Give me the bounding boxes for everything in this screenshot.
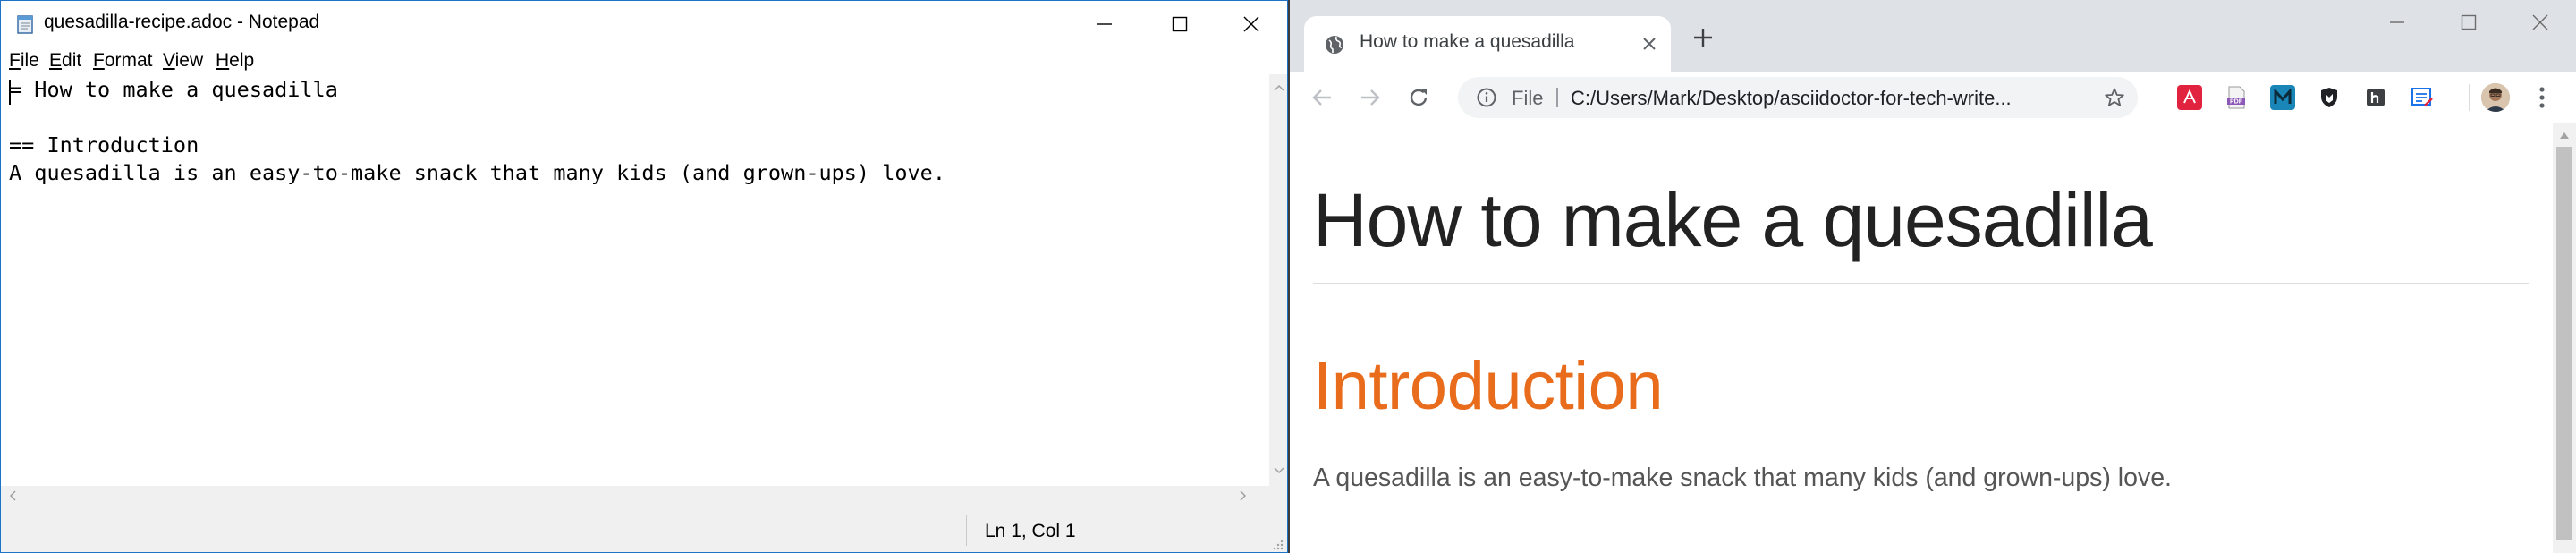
menu-file[interactable]: File — [9, 50, 39, 72]
status-separator — [966, 515, 967, 546]
h-extension-icon[interactable] — [2363, 85, 2388, 110]
reload-icon — [1410, 89, 1428, 106]
chrome-minimize-button[interactable] — [2361, 0, 2433, 45]
acrobat-glyph-icon — [2183, 89, 2196, 104]
star-bookmark-icon[interactable] — [2104, 87, 2125, 108]
h-glyph-icon — [2367, 89, 2385, 106]
m-glyph-icon — [2274, 89, 2292, 104]
section-paragraph: A quesadilla is an easy-to-make snack th… — [1313, 464, 2172, 492]
minimize-icon — [1097, 23, 1112, 25]
notepad-maximize-button[interactable] — [1142, 1, 1217, 47]
profile-avatar[interactable] — [2481, 83, 2510, 112]
browser-tab[interactable]: How to make a quesadilla — [1304, 16, 1671, 72]
new-tab-icon[interactable] — [1690, 25, 1716, 50]
scrollbar-thumb[interactable] — [2556, 147, 2572, 540]
globe-icon — [1326, 36, 1343, 54]
menu-help[interactable]: Help — [216, 50, 254, 72]
url-separator — [1556, 88, 1558, 107]
m-extension-icon[interactable] — [2270, 85, 2295, 110]
title-divider — [1313, 283, 2529, 284]
chrome-close-button[interactable] — [2504, 0, 2576, 45]
scroll-up-arrow-icon[interactable] — [2559, 131, 2570, 140]
notepad-app-icon — [17, 15, 33, 34]
notepad-text-area[interactable]: = How to make a quesadilla == Introducti… — [1, 74, 1269, 486]
scroll-up-arrow-icon[interactable] — [1274, 83, 1284, 92]
toolbar-separator — [2469, 84, 2470, 111]
tab-strip: How to make a quesadilla — [1290, 0, 2576, 72]
menu-kebab-icon[interactable] — [2533, 85, 2551, 110]
avatar-image — [2481, 83, 2510, 112]
pdf-extension-icon[interactable]: PDF — [2224, 85, 2249, 110]
menu-edit[interactable]: Edit — [49, 50, 81, 72]
notes-extension-icon[interactable] — [2410, 85, 2435, 110]
tab-title: How to make a quesadilla — [1360, 31, 1575, 52]
notepad-horizontal-scrollbar[interactable] — [1, 486, 1269, 506]
page-scrollbar[interactable] — [2553, 123, 2576, 553]
scroll-down-arrow-icon[interactable] — [1274, 466, 1284, 475]
pdf-file-icon: PDF — [2227, 86, 2245, 109]
svg-text:PDF: PDF — [2230, 99, 2243, 106]
shield-extension-icon[interactable] — [2317, 85, 2342, 110]
close-icon — [1243, 16, 1259, 32]
cursor-position: Ln 1, Col 1 — [985, 521, 1076, 541]
menu-view[interactable]: View — [163, 50, 203, 72]
forward-button[interactable] — [1356, 83, 1385, 112]
minimize-icon — [2390, 21, 2404, 23]
scroll-left-arrow-icon[interactable] — [8, 490, 17, 501]
forward-arrow-icon — [1361, 89, 1380, 106]
page-content: How to make a quesadilla Introduction A … — [1290, 123, 2553, 553]
maximize-icon — [2461, 14, 2477, 30]
notepad-window-title: quesadilla-recipe.adoc - Notepad — [44, 12, 320, 32]
url-text[interactable]: C:/Users/Mark/Desktop/asciidoctor-for-te… — [1571, 87, 2012, 110]
notes-icon — [2411, 88, 2433, 106]
maximize-icon — [1172, 16, 1188, 32]
back-arrow-icon — [1312, 89, 1331, 106]
address-bar[interactable]: File C:/Users/Mark/Desktop/asciidoctor-f… — [1458, 77, 2138, 118]
notepad-status-bar: Ln 1, Col 1 — [1, 506, 1287, 552]
document-title: How to make a quesadilla — [1313, 178, 2153, 262]
text-line: = How to make a quesadilla — [9, 77, 338, 102]
notepad-window: quesadilla-recipe.adoc - Notepad File Ed… — [0, 0, 1288, 553]
resize-grip-icon[interactable] — [1271, 538, 1284, 550]
browser-toolbar: File C:/Users/Mark/Desktop/asciidoctor-f… — [1290, 72, 2576, 123]
notepad-vertical-scrollbar[interactable] — [1269, 74, 1287, 486]
back-button[interactable] — [1308, 83, 1336, 112]
scroll-corner — [1269, 486, 1287, 506]
scroll-right-arrow-icon[interactable] — [1239, 490, 1248, 501]
close-tab-icon[interactable] — [1639, 33, 1660, 55]
notepad-title-bar[interactable]: quesadilla-recipe.adoc - Notepad — [1, 1, 1287, 47]
text-line: == Introduction — [9, 132, 199, 157]
text-line: A quesadilla is an easy-to-make snack th… — [9, 160, 945, 185]
notepad-close-button[interactable] — [1214, 1, 1287, 47]
url-scheme-label: File — [1512, 87, 1544, 109]
acrobat-extension-icon[interactable] — [2177, 85, 2202, 110]
shield-icon — [2321, 88, 2337, 107]
notepad-minimize-button[interactable] — [1067, 1, 1142, 47]
chrome-window: How to make a quesadilla File C:/Users/M… — [1290, 0, 2576, 553]
section-heading: Introduction — [1313, 348, 1664, 424]
notepad-menu-bar: File Edit Format View Help — [1, 47, 1287, 74]
info-icon[interactable] — [1476, 87, 1497, 108]
close-icon — [2532, 14, 2548, 30]
chrome-maximize-button[interactable] — [2433, 0, 2504, 45]
menu-format[interactable]: Format — [93, 50, 153, 72]
reload-button[interactable] — [1404, 83, 1433, 112]
